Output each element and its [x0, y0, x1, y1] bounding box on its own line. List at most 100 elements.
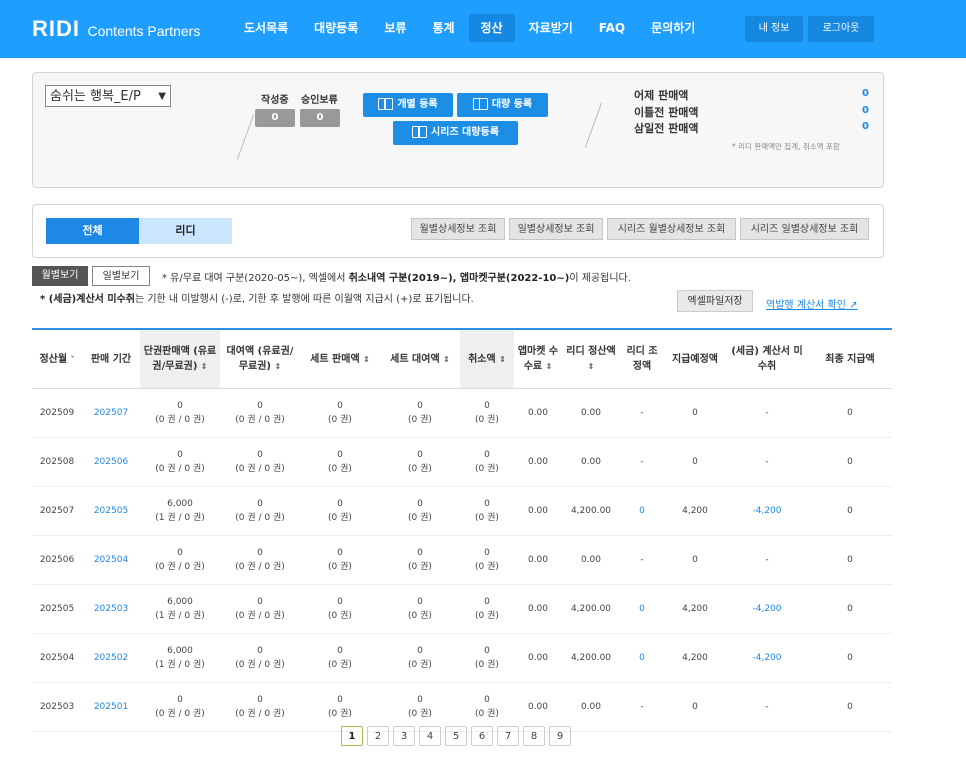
- cell-tax-unreceived-link[interactable]: -4,200: [726, 584, 808, 634]
- cell-tax-unreceived-link[interactable]: -4,200: [726, 633, 808, 683]
- cell-set-rent: 0 (0 권): [380, 486, 460, 536]
- reverse-issue-link[interactable]: 역발행 계산서 확인 ↗: [766, 296, 858, 311]
- page-5[interactable]: 5: [445, 726, 467, 746]
- hold-count[interactable]: 0: [300, 109, 340, 127]
- series-daily-detail-button[interactable]: 시리즈 일별상세정보 조회: [740, 218, 869, 240]
- cell-period-link[interactable]: 202502: [82, 633, 140, 683]
- cell-ridi-settle: 4,200.00: [562, 584, 620, 634]
- book-select-value: 숨쉬는 행복_E/P: [50, 89, 141, 104]
- cell-final: 0: [808, 584, 892, 634]
- cell-cancel: 0 (0 권): [460, 584, 514, 634]
- tab-ridi[interactable]: 리디: [139, 218, 232, 244]
- cell-period-link[interactable]: 202507: [82, 388, 140, 438]
- col-single-sales[interactable]: 단권판매액 (유료권/무료권) ⇕: [140, 328, 220, 389]
- my-info-button[interactable]: 내 정보: [745, 16, 803, 42]
- col-final: 최종 지급액: [808, 328, 892, 389]
- cell-final: 0: [808, 437, 892, 487]
- col-settle-month[interactable]: 정산월 ˅: [32, 328, 82, 389]
- cell-final: 0: [808, 388, 892, 438]
- bulk-register-label: 대량 등록: [491, 99, 533, 110]
- nav-faq[interactable]: FAQ: [587, 14, 637, 42]
- cell-single: 0 (0 권 / 0 권): [140, 388, 220, 438]
- table-row: 202504 202502 6,000 (1 권 / 0 권) 0 (0 권 / 0…: [32, 633, 892, 683]
- daily-view-button[interactable]: 일별보기: [92, 266, 150, 286]
- pagination: 1 2 3 4 5 6 7 8 9: [341, 726, 575, 746]
- cell-period-link[interactable]: 202503: [82, 584, 140, 634]
- table-row: 202506 202504 0 (0 권 / 0 권) 0 (0 권 / 0 권) …: [32, 535, 892, 585]
- col-sale-period: 판매 기간: [82, 328, 140, 389]
- cell-scheduled: 0: [664, 388, 726, 438]
- col-ridi-settle[interactable]: 리디 정산액 ⇕: [562, 328, 620, 389]
- col-rental[interactable]: 대여액 (유료권/무료권) ⇕: [220, 328, 300, 389]
- nav-downloads[interactable]: 자료받기: [517, 14, 585, 42]
- cell-ridi-settle: 4,200.00: [562, 486, 620, 536]
- cell-app-fee: 0.00: [514, 633, 562, 683]
- page-9[interactable]: 9: [549, 726, 571, 746]
- cell-adjust: -: [620, 682, 664, 732]
- col-set-sales[interactable]: 세트 판매액 ⇕: [300, 328, 380, 389]
- nav-inquiry[interactable]: 문의하기: [639, 14, 707, 42]
- sort-icon: ⇕: [443, 354, 450, 364]
- cell-set-sale: 0 (0 권): [300, 437, 380, 487]
- page-2[interactable]: 2: [367, 726, 389, 746]
- nav-hold[interactable]: 보류: [372, 14, 418, 42]
- cell-period-link[interactable]: 202504: [82, 535, 140, 585]
- note1-suffix: 이 제공됩니다.: [569, 273, 631, 284]
- page-3[interactable]: 3: [393, 726, 415, 746]
- divider: [584, 102, 603, 148]
- cell-tax-unreceived-link[interactable]: -4,200: [726, 486, 808, 536]
- col-tax-unreceived: (세금) 계산서 미수취: [726, 328, 808, 389]
- cell-single: 0 (0 권 / 0 권): [140, 535, 220, 585]
- col-set-rental[interactable]: 세트 대여액 ⇕: [380, 328, 460, 389]
- cell-month: 202504: [32, 633, 82, 683]
- cell-ridi-settle: 0.00: [562, 388, 620, 438]
- nav-book-list[interactable]: 도서목록: [232, 14, 300, 42]
- chevron-down-icon: ▼: [158, 91, 166, 102]
- cell-period-link[interactable]: 202505: [82, 486, 140, 536]
- cell-rent: 0 (0 권 / 0 권): [220, 584, 300, 634]
- cell-app-fee: 0.00: [514, 584, 562, 634]
- bulk-register-button[interactable]: 대량 등록: [457, 93, 548, 117]
- note2-rest: 는 기한 내 미발행시 (-)로, 기한 후 발행에 따른 이월액 지급시 (+…: [134, 294, 474, 305]
- col-cancel[interactable]: 취소액 ⇕: [460, 328, 514, 389]
- monthly-detail-button[interactable]: 월별상세정보 조회: [411, 218, 505, 240]
- nav-stats[interactable]: 통계: [420, 14, 466, 42]
- cell-period-link[interactable]: 202506: [82, 437, 140, 487]
- cell-final: 0: [808, 633, 892, 683]
- logo-brand: RIDI: [32, 16, 80, 41]
- col-app-fee[interactable]: 앱마켓 수수료 ⇕: [514, 328, 562, 389]
- cell-period-link[interactable]: 202501: [82, 682, 140, 732]
- series-bulk-register-button[interactable]: 시리즈 대량등록: [393, 121, 518, 145]
- book-select[interactable]: 숨쉬는 행복_E/P ▼: [45, 85, 171, 107]
- cell-adjust-link[interactable]: 0: [620, 584, 664, 634]
- book-icon: [378, 98, 394, 110]
- page-8[interactable]: 8: [523, 726, 545, 746]
- writing-count[interactable]: 0: [255, 109, 295, 127]
- sort-icon: ⇕: [545, 362, 553, 371]
- cell-set-rent: 0 (0 권): [380, 682, 460, 732]
- page-1[interactable]: 1: [341, 726, 363, 746]
- sales-label-1: 어제 판매액: [634, 89, 689, 102]
- page-4[interactable]: 4: [419, 726, 441, 746]
- daily-detail-button[interactable]: 일별상세정보 조회: [509, 218, 603, 240]
- cell-adjust-link[interactable]: 0: [620, 486, 664, 536]
- nav-settlement[interactable]: 정산: [468, 14, 515, 42]
- cell-adjust-link[interactable]: 0: [620, 633, 664, 683]
- series-monthly-detail-button[interactable]: 시리즈 월별상세정보 조회: [607, 218, 736, 240]
- sales-note: * 리디 판매액만 집계, 취소액 포함: [732, 142, 840, 151]
- logo[interactable]: RIDI Contents Partners: [32, 16, 200, 42]
- cell-scheduled: 4,200: [664, 584, 726, 634]
- excel-save-button[interactable]: 엑셀파일저장: [677, 290, 753, 312]
- tab-all[interactable]: 전체: [46, 218, 139, 244]
- logout-button[interactable]: 로그아웃: [808, 16, 874, 42]
- cell-single: 6,000 (1 권 / 0 권): [140, 633, 220, 683]
- sort-icon: ⇕: [274, 362, 282, 371]
- nav-bulk-register[interactable]: 대량등록: [302, 14, 370, 42]
- monthly-view-button[interactable]: 월별보기: [32, 266, 88, 286]
- page-7[interactable]: 7: [497, 726, 519, 746]
- single-register-button[interactable]: 개별 등록: [363, 93, 453, 117]
- tax-note: * (세금)계산서 미수취는 기한 내 미발행시 (-)로, 기한 후 발행에 …: [40, 290, 474, 305]
- cell-app-fee: 0.00: [514, 388, 562, 438]
- page-6[interactable]: 6: [471, 726, 493, 746]
- table-row: 202509 202507 0 (0 권 / 0 권) 0 (0 권 / 0 권) …: [32, 388, 892, 438]
